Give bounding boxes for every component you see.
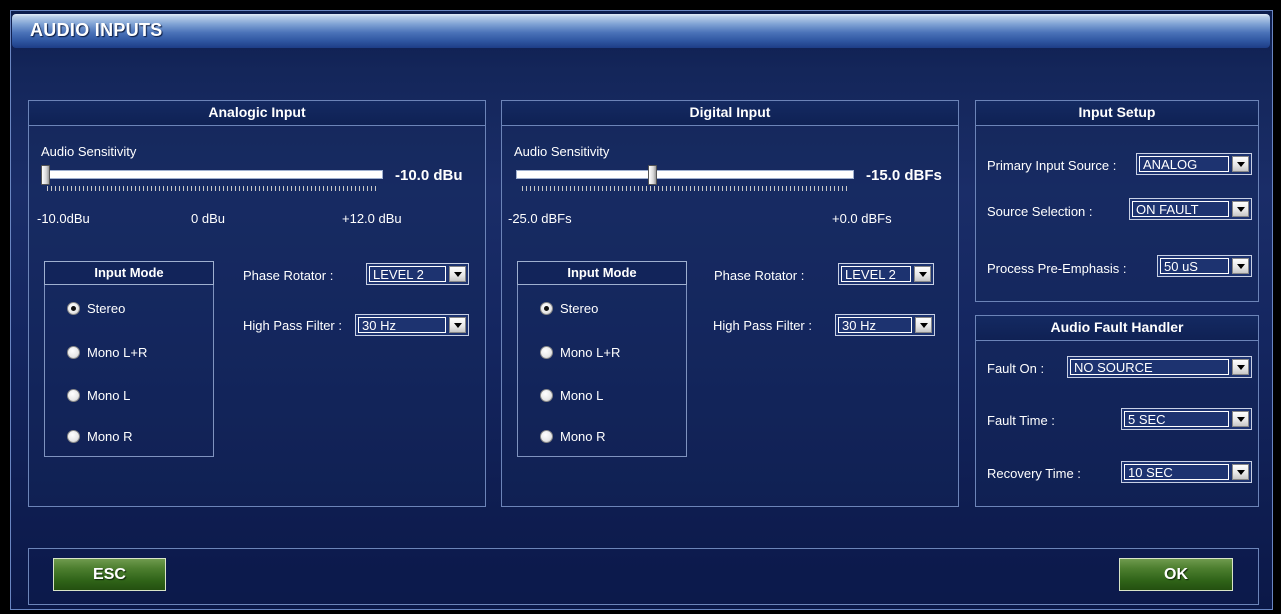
radio-label: Stereo xyxy=(87,301,126,316)
audio-fault-handler-header: Audio Fault Handler xyxy=(976,316,1258,341)
select-value: 30 Hz xyxy=(358,317,446,333)
radio-label: Mono R xyxy=(560,429,606,444)
radio-label: Mono L+R xyxy=(87,345,148,360)
digital-phase-rotator-select[interactable]: LEVEL 2 xyxy=(838,263,934,285)
digital-sensitivity-slider[interactable] xyxy=(516,165,854,191)
analogic-phase-rotator-label: Phase Rotator : xyxy=(243,268,334,283)
primary-input-source-label: Primary Input Source : xyxy=(987,158,1117,173)
chevron-down-icon[interactable] xyxy=(915,317,932,333)
analogic-input-mode-title: Input Mode xyxy=(44,261,214,285)
radio-label: Mono L xyxy=(87,388,131,403)
digital-sensitivity-label: Audio Sensitivity xyxy=(514,144,610,159)
chevron-down-icon[interactable] xyxy=(1232,201,1249,217)
fault-time-label: Fault Time : xyxy=(987,413,1055,428)
radio-checked-icon xyxy=(540,302,553,315)
radio-label: Mono L+R xyxy=(560,345,621,360)
analogic-sensitivity-value: -10.0 dBu xyxy=(395,167,463,184)
digital-min-label: -25.0 dBFs xyxy=(508,211,572,226)
fault-on-select[interactable]: NO SOURCE xyxy=(1067,356,1252,378)
title-bar: AUDIO INPUTS xyxy=(12,14,1270,48)
select-value: LEVEL 2 xyxy=(369,266,446,282)
radio-unchecked-icon xyxy=(67,346,80,359)
analogic-slider-thumb[interactable] xyxy=(41,165,50,185)
window-title: AUDIO INPUTS xyxy=(30,20,163,40)
digital-phase-rotator-label: Phase Rotator : xyxy=(714,268,805,283)
input-setup-header: Input Setup xyxy=(976,101,1258,126)
source-selection-label: Source Selection : xyxy=(987,204,1093,219)
analogic-slider-ticks xyxy=(47,186,377,191)
radio-unchecked-icon xyxy=(67,389,80,402)
digital-input-header: Digital Input xyxy=(502,101,958,126)
digital-slider-thumb[interactable] xyxy=(648,165,657,185)
fault-time-select[interactable]: 5 SEC xyxy=(1121,408,1252,430)
analogic-input-mode-group: Input Mode Stereo Mono L+R Mono L Mono R xyxy=(44,261,214,457)
pre-emphasis-select[interactable]: 50 uS xyxy=(1157,255,1252,277)
analogic-min-label: -10.0dBu xyxy=(37,211,90,226)
analogic-mid-label: 0 dBu xyxy=(191,211,225,226)
digital-input-mode-title: Input Mode xyxy=(517,261,687,285)
analogic-hpf-select[interactable]: 30 Hz xyxy=(355,314,469,336)
select-value: ON FAULT xyxy=(1132,201,1229,217)
digital-hpf-select[interactable]: 30 Hz xyxy=(835,314,935,336)
chevron-down-icon[interactable] xyxy=(1232,156,1249,172)
input-setup-panel: Input Setup Primary Input Source : ANALO… xyxy=(975,100,1259,302)
analogic-max-label: +12.0 dBu xyxy=(342,211,402,226)
chevron-down-icon[interactable] xyxy=(1232,258,1249,274)
digital-max-label: +0.0 dBFs xyxy=(832,211,892,226)
radio-unchecked-icon xyxy=(540,346,553,359)
chevron-down-icon[interactable] xyxy=(449,266,466,282)
analogic-hpf-label: High Pass Filter : xyxy=(243,318,342,333)
ok-button[interactable]: OK xyxy=(1119,558,1233,591)
source-selection-select[interactable]: ON FAULT xyxy=(1129,198,1252,220)
chevron-down-icon[interactable] xyxy=(1232,464,1249,480)
analogic-slider-track xyxy=(41,170,383,179)
digital-slider-ticks xyxy=(522,186,848,191)
radio-label: Mono L xyxy=(560,388,604,403)
chevron-down-icon[interactable] xyxy=(1232,359,1249,375)
analogic-sensitivity-slider[interactable] xyxy=(41,165,383,191)
recovery-time-select[interactable]: 10 SEC xyxy=(1121,461,1252,483)
chevron-down-icon[interactable] xyxy=(449,317,466,333)
digital-hpf-label: High Pass Filter : xyxy=(713,318,812,333)
select-value: 50 uS xyxy=(1160,258,1229,274)
radio-unchecked-icon xyxy=(540,430,553,443)
radio-label: Stereo xyxy=(560,301,599,316)
select-value: ANALOG xyxy=(1139,156,1229,172)
fault-on-label: Fault On : xyxy=(987,361,1045,376)
analogic-sensitivity-label: Audio Sensitivity xyxy=(41,144,137,159)
chevron-down-icon[interactable] xyxy=(914,266,931,282)
select-value: 10 SEC xyxy=(1124,464,1229,480)
select-value: LEVEL 2 xyxy=(841,266,911,282)
digital-slider-track xyxy=(516,170,854,179)
esc-button[interactable]: ESC xyxy=(53,558,166,591)
recovery-time-label: Recovery Time : xyxy=(987,466,1081,481)
select-value: 30 Hz xyxy=(838,317,912,333)
pre-emphasis-label: Process Pre-Emphasis : xyxy=(987,261,1127,276)
select-value: NO SOURCE xyxy=(1070,359,1229,375)
radio-label: Mono R xyxy=(87,429,133,444)
analogic-input-header: Analogic Input xyxy=(29,101,485,126)
digital-input-panel: Digital Input Audio Sensitivity -15.0 dB… xyxy=(501,100,959,507)
radio-unchecked-icon xyxy=(67,430,80,443)
audio-fault-handler-panel: Audio Fault Handler Fault On : NO SOURCE… xyxy=(975,315,1259,507)
digital-input-mode-group: Input Mode Stereo Mono L+R Mono L Mono R xyxy=(517,261,687,457)
primary-input-source-select[interactable]: ANALOG xyxy=(1136,153,1252,175)
radio-checked-icon xyxy=(67,302,80,315)
digital-sensitivity-value: -15.0 dBFs xyxy=(866,167,942,184)
bottom-button-bar xyxy=(28,548,1259,605)
select-value: 5 SEC xyxy=(1124,411,1229,427)
analogic-input-panel: Analogic Input Audio Sensitivity -10.0 d… xyxy=(28,100,486,507)
analogic-phase-rotator-select[interactable]: LEVEL 2 xyxy=(366,263,469,285)
radio-unchecked-icon xyxy=(540,389,553,402)
chevron-down-icon[interactable] xyxy=(1232,411,1249,427)
